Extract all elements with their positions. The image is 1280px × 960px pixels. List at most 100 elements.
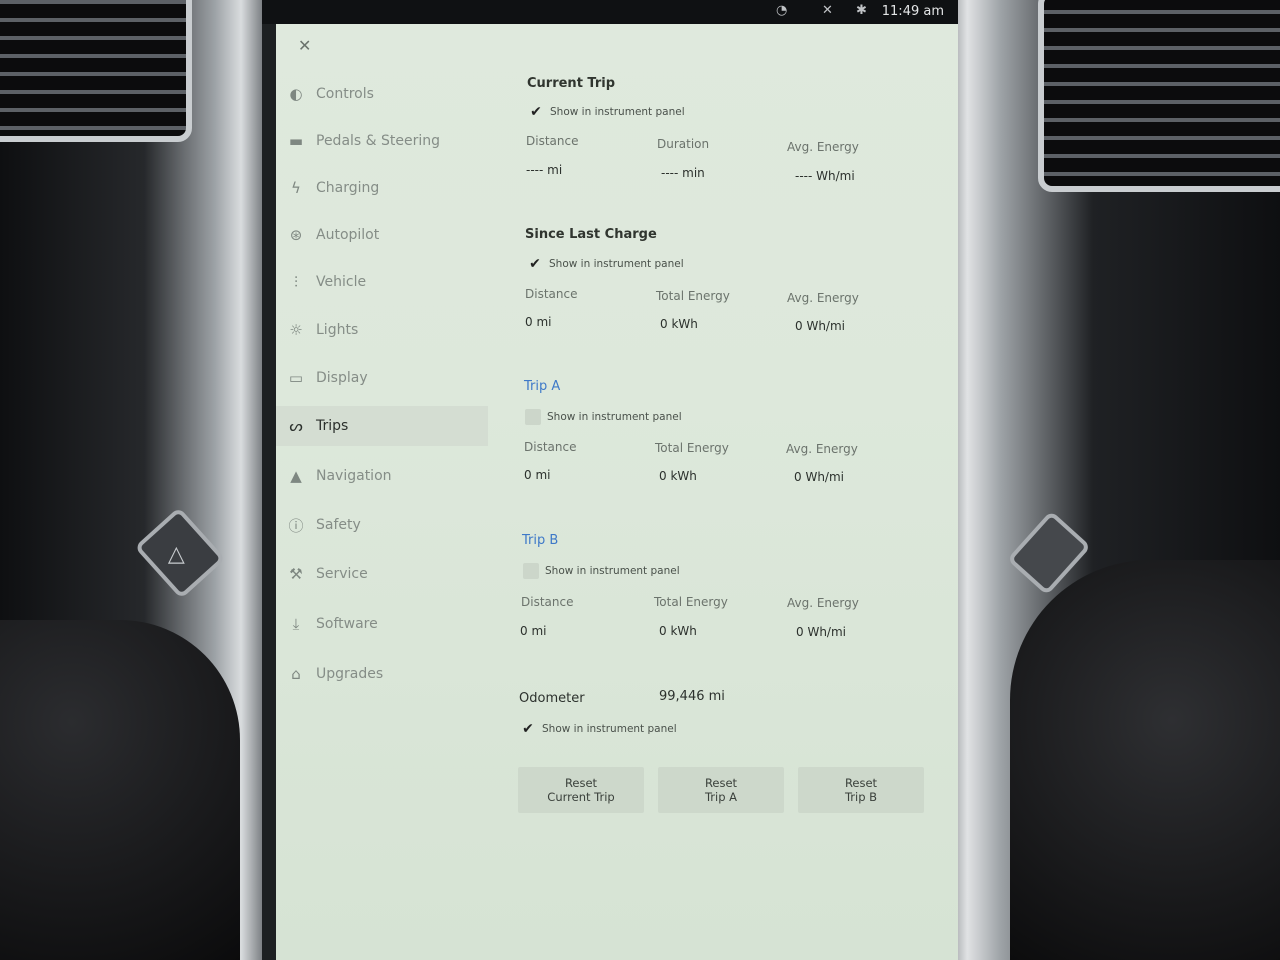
trip-a-title: Trip A xyxy=(524,379,561,394)
passenger-seat xyxy=(1010,560,1280,960)
button-label: Trip B xyxy=(844,790,878,804)
current-trip-show-checkbox[interactable]: ✔ Show in instrument panel xyxy=(528,104,685,120)
checkbox-label: Show in instrument panel xyxy=(542,723,677,735)
nav-item-controls[interactable]: ◐ Controls xyxy=(276,74,486,114)
signal-icon: ✕ xyxy=(822,3,833,18)
checkmark-icon: ✔ xyxy=(530,104,542,120)
column-header: Avg. Energy xyxy=(786,442,858,456)
steering-wheel-icon: ⊛ xyxy=(289,226,303,244)
nav-label: Charging xyxy=(316,180,380,196)
checkbox-label: Show in instrument panel xyxy=(549,258,684,270)
nav-label: Autopilot xyxy=(316,227,380,243)
button-label: Current Trip xyxy=(547,790,615,804)
column-header: Distance xyxy=(521,595,574,609)
nav-label: Lights xyxy=(316,322,359,338)
close-icon[interactable]: ✕ xyxy=(298,36,311,55)
nav-item-vehicle[interactable]: ⫶ Vehicle xyxy=(276,262,486,302)
odometer-show-checkbox[interactable]: ✔ Show in instrument panel xyxy=(520,721,677,737)
nav-item-lights[interactable]: ☼ Lights xyxy=(276,310,486,350)
trips-icon: ᔕ xyxy=(289,417,303,435)
column-header: Total Energy xyxy=(656,289,730,303)
safety-icon: ⓘ xyxy=(288,516,304,535)
nav-label: Pedals & Steering xyxy=(316,133,441,149)
column-header: Duration xyxy=(657,137,710,151)
trip-b-total-energy: 0 kWh xyxy=(659,624,697,638)
since-last-charge-total-energy: 0 kWh xyxy=(660,317,698,331)
column-header: Distance xyxy=(525,287,578,301)
nav-item-trips[interactable]: ᔕ Trips xyxy=(276,406,488,446)
button-label: Reset xyxy=(844,776,878,790)
button-label: Reset xyxy=(564,776,598,790)
checkbox-label: Show in instrument panel xyxy=(550,106,685,118)
trip-b-title: Trip B xyxy=(522,533,559,548)
nav-label: Navigation xyxy=(316,468,392,484)
checkmark-icon: ✔ xyxy=(529,256,541,272)
steering-wheel xyxy=(0,620,240,960)
trip-a-distance: 0 mi xyxy=(524,468,551,482)
trip-a-show-checkbox[interactable]: Show in instrument panel xyxy=(525,409,682,425)
nav-item-safety[interactable]: ⓘ Safety xyxy=(276,505,486,545)
current-trip-title: Current Trip xyxy=(527,76,616,91)
bag-icon: ⌂ xyxy=(291,665,301,683)
right-air-vent xyxy=(1038,0,1280,192)
reset-trip-b-button[interactable]: Reset Trip B xyxy=(798,767,924,813)
trip-b-distance: 0 mi xyxy=(520,624,547,638)
hazard-icon: △ xyxy=(167,541,185,567)
nav-item-upgrades[interactable]: ⌂ Upgrades xyxy=(276,654,486,694)
nav-item-navigation[interactable]: ▲ Navigation xyxy=(276,456,486,496)
current-trip-distance: ---- mi xyxy=(526,163,563,177)
trip-b-show-checkbox[interactable]: Show in instrument panel xyxy=(523,563,680,579)
column-header: Avg. Energy xyxy=(787,596,859,610)
reset-current-trip-button[interactable]: Reset Current Trip xyxy=(518,767,644,813)
since-last-charge-avg-energy: 0 Wh/mi xyxy=(795,319,845,333)
nav-label: Safety xyxy=(316,517,361,533)
column-header: Avg. Energy xyxy=(787,140,859,154)
since-last-charge-show-checkbox[interactable]: ✔ Show in instrument panel xyxy=(527,256,684,272)
sliders-icon: ⫶ xyxy=(294,273,298,291)
display-icon: ▭ xyxy=(288,369,304,387)
sun-icon: ☼ xyxy=(289,321,303,339)
checkbox-label: Show in instrument panel xyxy=(547,411,682,423)
checkmark-icon: ✔ xyxy=(522,721,534,737)
clock-icon: ◔ xyxy=(776,3,788,18)
button-label: Reset xyxy=(704,776,738,790)
nav-item-pedals-steering[interactable]: ▬ Pedals & Steering xyxy=(276,121,486,161)
left-air-vent xyxy=(0,0,192,142)
reset-trip-a-button[interactable]: Reset Trip A xyxy=(658,767,784,813)
wrench-icon: ⚒ xyxy=(289,565,303,583)
checkbox-label: Show in instrument panel xyxy=(545,565,680,577)
trip-a-avg-energy: 0 Wh/mi xyxy=(794,470,844,484)
nav-item-charging[interactable]: ϟ Charging xyxy=(276,168,486,208)
nav-item-service[interactable]: ⚒ Service xyxy=(276,554,486,594)
nav-item-software[interactable]: ⤓ Software xyxy=(276,604,486,644)
navigation-arrow-icon: ▲ xyxy=(290,467,302,485)
nav-label: Controls xyxy=(316,86,374,102)
since-last-charge-distance: 0 mi xyxy=(525,315,552,329)
column-header: Distance xyxy=(524,440,577,454)
status-bar: ◔ ✕ ✱ 11:49 am xyxy=(262,0,958,24)
settings-panel: ✕ ◐ Controls ▬ Pedals & Steering ϟ Charg… xyxy=(276,24,958,960)
nav-label: Service xyxy=(316,566,368,582)
odometer-value: 99,446 mi xyxy=(659,689,725,704)
current-trip-duration: ---- min xyxy=(661,166,705,180)
lightning-icon: ϟ xyxy=(291,179,301,197)
nav-item-display[interactable]: ▭ Display xyxy=(276,358,486,398)
car-icon: ▬ xyxy=(288,132,304,150)
status-time: 11:49 am xyxy=(881,4,944,19)
nav-label: Upgrades xyxy=(316,666,384,682)
bluetooth-icon: ✱ xyxy=(856,3,867,18)
download-icon: ⤓ xyxy=(292,615,300,633)
touchscreen: ◔ ✕ ✱ 11:49 am ✕ ◐ Controls ▬ Pedals & S… xyxy=(262,0,958,960)
nav-item-autopilot[interactable]: ⊛ Autopilot xyxy=(276,215,486,255)
column-header: Total Energy xyxy=(654,595,728,609)
odometer-label: Odometer xyxy=(519,691,585,706)
nav-label: Trips xyxy=(316,418,349,434)
since-last-charge-title: Since Last Charge xyxy=(525,227,657,242)
nav-label: Display xyxy=(316,370,368,386)
nav-label: Software xyxy=(316,616,378,632)
column-header: Distance xyxy=(526,134,579,148)
column-header: Total Energy xyxy=(655,441,729,455)
column-header: Avg. Energy xyxy=(787,291,859,305)
button-label: Trip A xyxy=(704,790,738,804)
checkbox-icon xyxy=(523,563,539,579)
